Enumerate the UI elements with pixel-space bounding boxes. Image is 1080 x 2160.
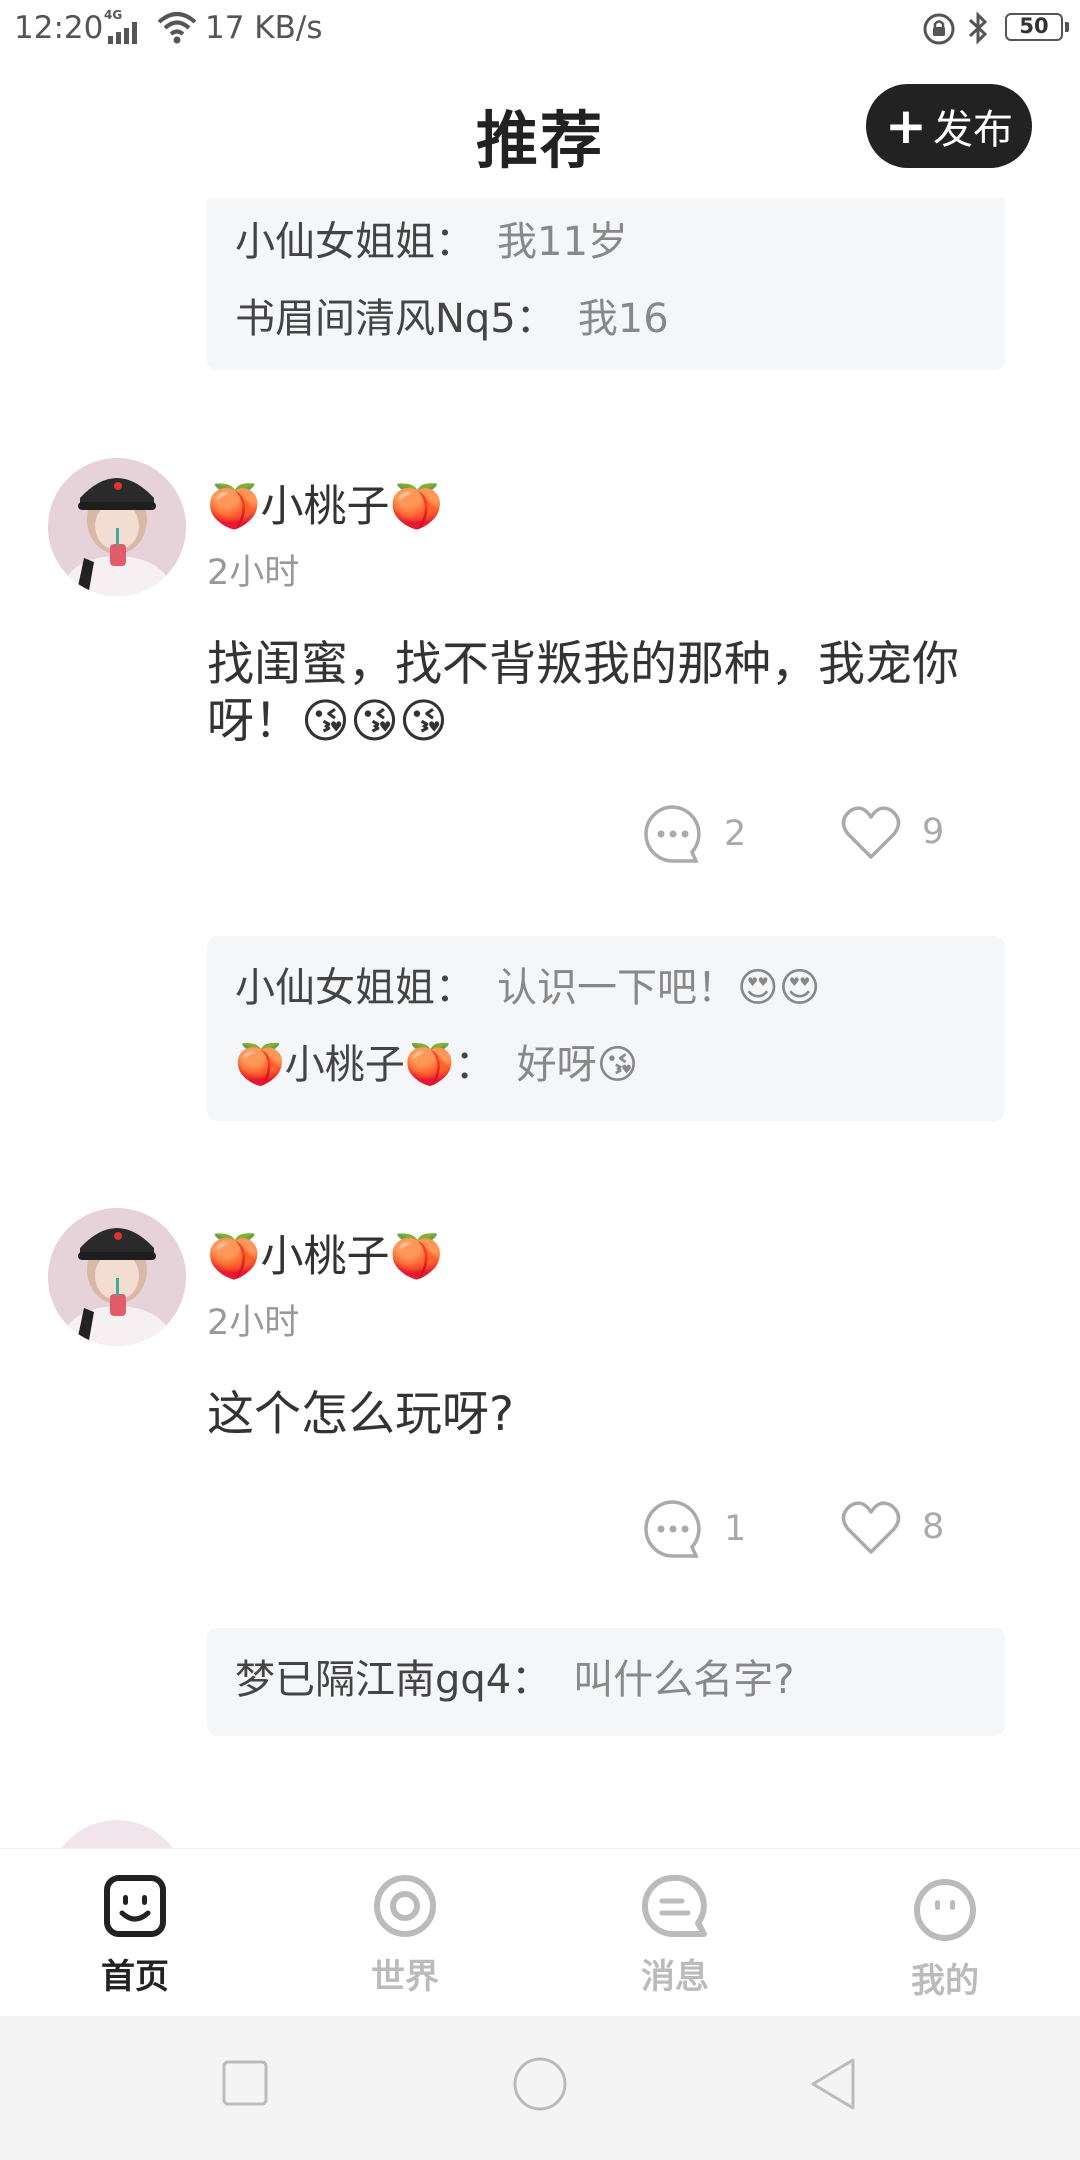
comment-item[interactable]: 书眉间清风Nq5： 我16 [235,281,977,358]
post-content[interactable]: 这个怎么玩呀? [207,1386,987,1443]
comment-bubble-icon [644,1500,701,1558]
comment-item[interactable]: 梦已隔江南gq4： 叫什么名字? [235,1642,977,1719]
publish-label: 发布 [932,107,1013,153]
comment-user[interactable]: 小仙女姐姐： [235,219,475,265]
network-speed: 17 KB/s [205,10,323,46]
status-time: 12:20 [14,10,104,46]
comment-user[interactable]: 🍑小桃子🍑： [235,1042,495,1088]
signal-icon [108,22,137,44]
bottom-nav: 首页 世界 消息 我的 [0,1848,1080,2016]
nav-messages[interactable]: 消息 [575,1873,775,1998]
avatar-illustration [48,1208,186,1346]
avatar[interactable] [48,1820,186,1848]
heart-icon [841,806,901,859]
like-count: 8 [922,1507,945,1547]
post-content[interactable]: 找闺蜜，找不背叛我的那种，我宠你呀！😘😘😘 [207,636,987,750]
bluetooth-icon [968,11,988,45]
back-triangle-icon[interactable] [808,2056,858,2112]
world-target-icon [374,1875,436,1937]
home-circle-icon[interactable] [512,2056,568,2112]
avatar[interactable] [48,458,186,596]
battery-indicator: 50 [1005,13,1069,41]
comment-stat[interactable]: 2 [642,803,746,865]
comment-box: 梦已隔江南gq4： 叫什么名字? [207,1628,1005,1736]
comment-item[interactable]: 🍑小桃子🍑： 好呀😘 [235,1027,977,1104]
comment-text: 我16 [577,296,669,342]
comment-text: 叫什么名字? [573,1657,795,1703]
nav-label: 我的 [911,1961,979,2001]
comment-text: 好呀😘 [516,1042,639,1088]
profile-face-icon [914,1879,976,1941]
message-bubble-icon [642,1874,707,1937]
nav-label: 消息 [641,1957,709,1997]
comment-box: 小仙女姐姐： 我11岁 书眉间清风Nq5： 我16 [207,198,1005,370]
nav-label: 世界 [371,1957,439,1997]
rotation-lock-icon [923,13,955,45]
comment-count: 1 [724,1509,747,1549]
nav-profile[interactable]: 我的 [845,1877,1045,2002]
network-type: 4G [104,8,123,22]
post-username[interactable]: 🍑小桃子🍑 [207,472,443,534]
feed-list[interactable]: 小仙女姐姐： 我11岁 书眉间清风Nq5： 我16 🍑小桃子🍑 2小时 找闺蜜，找不… [0,198,1080,1848]
status-bar: 12:20 4G 17 KB/s 50 [0,0,1080,56]
recent-apps-icon[interactable] [222,2060,268,2106]
comment-text: 我11岁 [497,219,628,265]
avatar[interactable] [48,1208,186,1346]
nav-world[interactable]: 世界 [305,1873,505,1998]
post-time: 2小时 [207,553,300,593]
post-username[interactable]: 🍑小桃子🍑 [207,1222,443,1284]
comment-user[interactable]: 小仙女姐姐： [235,965,475,1011]
heart-icon [841,1501,901,1554]
comment-stat[interactable]: 1 [642,1498,746,1560]
like-stat[interactable]: 8 [840,1498,944,1556]
home-face-icon [104,1875,166,1937]
like-stat[interactable]: 9 [840,803,944,861]
comment-item[interactable]: 小仙女姐姐： 我11岁 [235,204,977,281]
comment-box: 小仙女姐姐： 认识一下吧！😍😍 🍑小桃子🍑： 好呀😘 [207,936,1005,1121]
comment-text: 认识一下吧！😍😍 [497,965,821,1011]
like-count: 9 [922,812,945,852]
publish-button[interactable]: + 发布 [866,84,1032,168]
comment-item[interactable]: 小仙女姐姐： 认识一下吧！😍😍 [235,950,977,1027]
comment-count: 2 [724,814,747,854]
wifi-icon [157,12,197,44]
avatar-illustration [48,458,186,596]
post-time: 2小时 [207,1303,300,1343]
comment-user[interactable]: 书眉间清风Nq5： [235,296,556,342]
app-header: 推荐 + 发布 [0,56,1080,198]
nav-label: 首页 [101,1957,169,1997]
nav-home[interactable]: 首页 [35,1873,235,1998]
system-nav-bar [0,2016,1080,2160]
comment-user[interactable]: 梦已隔江南gq4： [235,1657,551,1703]
comment-bubble-icon [644,805,701,863]
plus-icon: + [885,97,927,155]
